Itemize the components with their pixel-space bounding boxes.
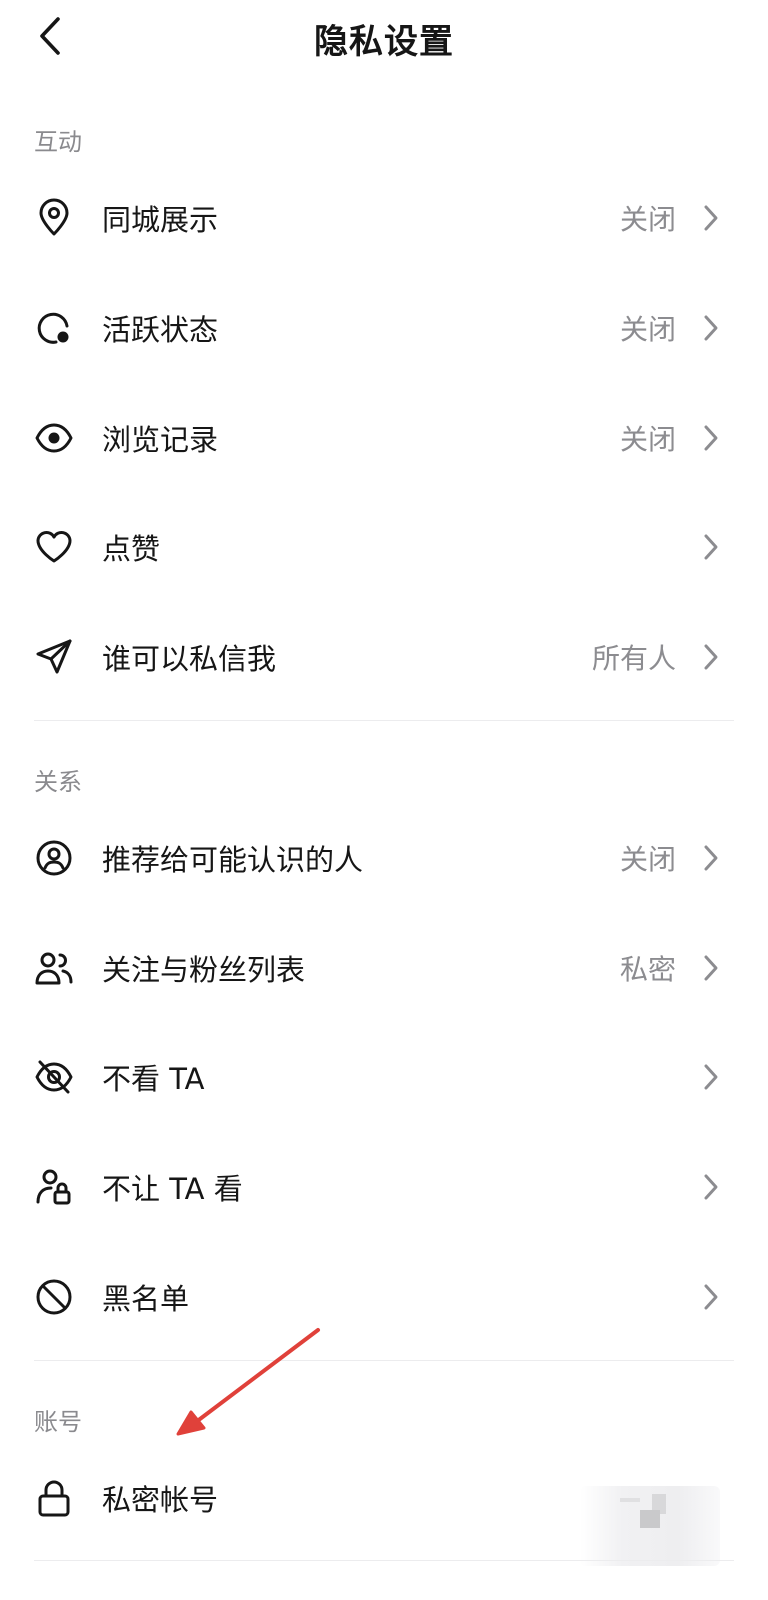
row-value: 关闭 xyxy=(619,423,676,456)
users-icon xyxy=(35,952,73,985)
chevron-right-icon xyxy=(704,955,718,981)
row-label: 推荐给可能认识的人 xyxy=(102,843,364,877)
lock-icon xyxy=(38,1480,70,1517)
row-hide-from-them[interactable]: 不让 TA 看 xyxy=(0,1137,768,1237)
row-label: 不让 TA 看 xyxy=(102,1172,243,1206)
section-divider xyxy=(34,1560,734,1561)
row-active-status[interactable]: 活跃状态 关闭 xyxy=(0,278,768,378)
eye-icon xyxy=(35,423,73,453)
row-label: 不看 TA xyxy=(102,1062,205,1096)
chevron-right-icon xyxy=(704,534,718,560)
row-value: 私密 xyxy=(619,953,676,986)
row-recommend-to-acquaintances[interactable]: 推荐给可能认识的人 关闭 xyxy=(0,808,768,908)
chevron-right-icon xyxy=(704,1064,718,1090)
obscured-value-patch xyxy=(580,1486,720,1566)
row-following-followers-list[interactable]: 关注与粉丝列表 私密 xyxy=(0,918,768,1018)
row-who-can-message[interactable]: 谁可以私信我 所有人 xyxy=(0,607,768,707)
chevron-right-icon xyxy=(704,1174,718,1200)
section-label-account: 账号 xyxy=(34,1408,82,1436)
header: 隐私设置 xyxy=(0,0,768,80)
send-icon xyxy=(36,639,72,674)
row-label: 点赞 xyxy=(102,532,161,566)
row-label: 关注与粉丝列表 xyxy=(102,953,306,987)
row-likes[interactable]: 点赞 xyxy=(0,497,768,597)
active-status-icon xyxy=(37,312,69,344)
page-title: 隐私设置 xyxy=(314,22,454,62)
row-label: 同城展示 xyxy=(102,203,219,237)
section-label-relationships: 关系 xyxy=(34,768,82,796)
row-value: 关闭 xyxy=(619,843,676,876)
chevron-right-icon xyxy=(704,845,718,871)
chevron-right-icon xyxy=(704,425,718,451)
chevron-right-icon xyxy=(704,315,718,341)
row-label: 谁可以私信我 xyxy=(102,642,277,676)
section-divider xyxy=(34,720,734,721)
row-label: 活跃状态 xyxy=(102,313,219,347)
row-hide-from-me[interactable]: 不看 TA xyxy=(0,1027,768,1127)
row-label: 浏览记录 xyxy=(102,423,219,457)
chevron-right-icon xyxy=(704,205,718,231)
user-lock-icon xyxy=(36,1169,71,1205)
user-circle-icon xyxy=(36,840,72,876)
row-value: 关闭 xyxy=(619,313,676,346)
block-icon xyxy=(36,1279,72,1315)
location-pin-icon xyxy=(39,198,69,236)
section-label-interaction: 互动 xyxy=(34,128,82,156)
row-nearby-display[interactable]: 同城展示 关闭 xyxy=(0,168,768,268)
row-value: 所有人 xyxy=(591,642,676,675)
row-label: 黑名单 xyxy=(102,1282,190,1316)
row-label: 私密帐号 xyxy=(102,1483,219,1517)
section-divider xyxy=(34,1360,734,1361)
eye-off-icon xyxy=(35,1060,73,1094)
heart-icon xyxy=(36,530,72,563)
row-browsing-history[interactable]: 浏览记录 关闭 xyxy=(0,388,768,488)
chevron-right-icon xyxy=(704,1284,718,1310)
row-blacklist[interactable]: 黑名单 xyxy=(0,1247,768,1347)
row-value: 关闭 xyxy=(619,203,676,236)
chevron-right-icon xyxy=(704,644,718,670)
